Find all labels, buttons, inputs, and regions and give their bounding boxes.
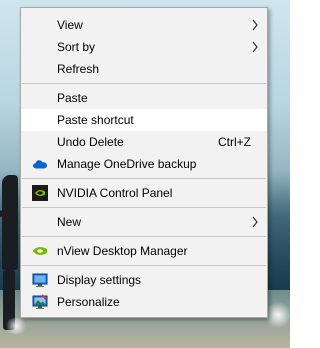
chevron-right-icon — [252, 19, 258, 31]
menu-item-sort-by-label: Sort by — [57, 40, 96, 54]
menu-item-personalize-label: Personalize — [57, 295, 120, 309]
chevron-right-icon — [252, 41, 258, 53]
onedrive-cloud-icon — [33, 160, 47, 169]
menu-item-new[interactable]: New — [21, 211, 267, 233]
wallpaper-splash — [266, 300, 290, 330]
wallpaper-splash — [4, 318, 28, 334]
menu-item-manage-onedrive-label: Manage OneDrive backup — [57, 157, 197, 171]
personalize-icon — [32, 294, 48, 309]
desktop-wallpaper: View Sort by Refresh Paste Paste shortcu… — [0, 0, 290, 348]
menu-separator — [22, 207, 266, 208]
menu-item-sort-by[interactable]: Sort by — [21, 36, 267, 58]
menu-separator — [22, 178, 266, 179]
wallpaper-figure — [2, 175, 18, 270]
menu-item-undo-delete[interactable]: Undo Delete Ctrl+Z — [21, 131, 267, 153]
display-icon — [32, 273, 48, 287]
menu-item-nvidia-control-panel-label: NVIDIA Control Panel — [57, 186, 173, 200]
menu-item-undo-delete-label: Undo Delete — [57, 135, 124, 149]
menu-item-paste-shortcut[interactable]: Paste shortcut — [21, 109, 267, 131]
menu-item-refresh-label: Refresh — [57, 62, 100, 76]
menu-item-display-settings-label: Display settings — [57, 273, 142, 287]
menu-item-manage-onedrive[interactable]: Manage OneDrive backup — [21, 153, 267, 175]
menu-item-paste[interactable]: Paste — [21, 87, 267, 109]
menu-item-refresh[interactable]: Refresh — [21, 58, 267, 80]
menu-item-undo-shortcut: Ctrl+Z — [218, 135, 251, 149]
menu-separator — [22, 265, 266, 266]
menu-item-paste-label: Paste — [57, 91, 88, 105]
nvidia-icon — [32, 185, 48, 201]
menu-item-nview-desktop-manager[interactable]: nView Desktop Manager — [21, 240, 267, 262]
menu-item-view[interactable]: View — [21, 14, 267, 36]
chevron-right-icon — [252, 216, 258, 228]
desktop-context-menu: View Sort by Refresh Paste Paste shortcu… — [20, 7, 268, 318]
menu-item-nvidia-control-panel[interactable]: NVIDIA Control Panel — [21, 182, 267, 204]
menu-item-personalize[interactable]: Personalize — [21, 291, 267, 313]
menu-item-paste-shortcut-label: Paste shortcut — [57, 113, 134, 127]
menu-separator — [22, 83, 266, 84]
menu-item-display-settings[interactable]: Display settings — [21, 269, 267, 291]
menu-separator — [22, 236, 266, 237]
nview-icon — [33, 247, 47, 255]
menu-item-view-label: View — [57, 18, 83, 32]
menu-item-nview-desktop-manager-label: nView Desktop Manager — [57, 244, 188, 258]
menu-item-new-label: New — [57, 215, 82, 229]
